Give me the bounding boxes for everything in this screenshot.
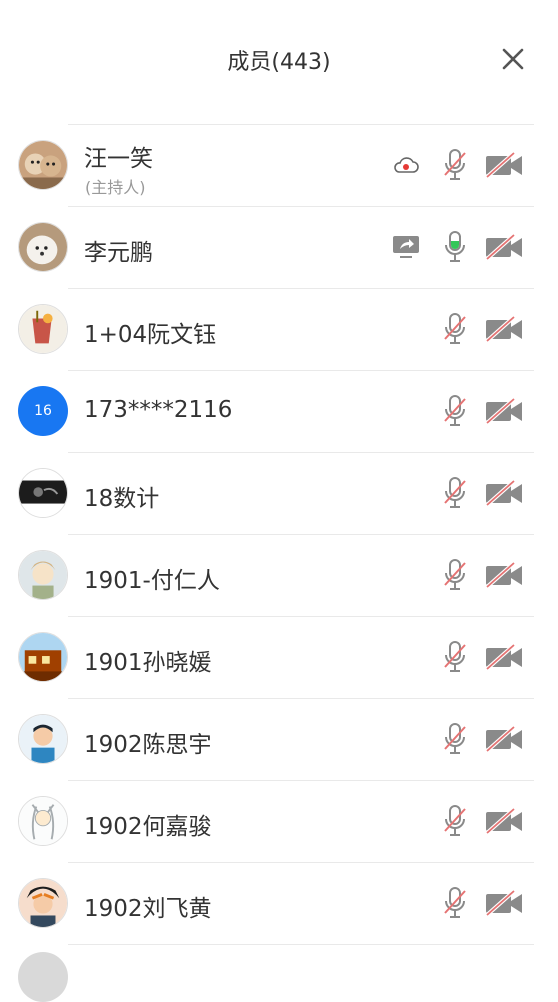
avatar: [18, 550, 68, 600]
avatar: [18, 714, 68, 764]
camera-off-icon[interactable]: [484, 642, 524, 672]
avatar: 16: [18, 386, 68, 436]
member-name: 1902陈思宇: [84, 732, 212, 758]
camera-off-icon[interactable]: [484, 560, 524, 590]
member-row[interactable]: 1902刘飞黄: [0, 862, 558, 944]
mic-muted-icon[interactable]: [442, 886, 468, 920]
member-name: 1901-付仁人: [84, 568, 220, 594]
member-name: 18数计: [84, 486, 160, 512]
camera-off-icon[interactable]: [484, 314, 524, 344]
member-name: 李元鹏: [84, 240, 153, 266]
member-row[interactable]: 18数计: [0, 452, 558, 534]
avatar: [18, 632, 68, 682]
mic-muted-icon[interactable]: [442, 558, 468, 592]
mic-muted-icon[interactable]: [442, 148, 468, 182]
member-name: 1902刘飞黄: [84, 896, 212, 922]
camera-off-icon[interactable]: [484, 724, 524, 754]
camera-off-icon[interactable]: [484, 150, 524, 180]
member-name: 1901孙晓媛: [84, 650, 212, 676]
member-name: 1902何嘉骏: [84, 814, 212, 840]
member-row[interactable]: 1901孙晓媛: [0, 616, 558, 698]
avatar: [18, 304, 68, 354]
camera-off-icon[interactable]: [484, 232, 524, 262]
member-row[interactable]: 汪一笑 (主持人): [0, 124, 558, 206]
avatar: [18, 796, 68, 846]
member-row[interactable]: 1902陈思宇: [0, 698, 558, 780]
recording-icon: [394, 157, 419, 173]
mic-muted-icon[interactable]: [442, 476, 468, 510]
mic-muted-icon[interactable]: [442, 312, 468, 346]
avatar: [18, 140, 68, 190]
close-icon[interactable]: [498, 44, 528, 74]
member-list: 汪一笑 (主持人) 李元鹏 1+04阮文钰 16 173****2116 18数…: [0, 124, 558, 944]
page-title: 成员(443): [227, 50, 331, 75]
member-row[interactable]: 1901-付仁人: [0, 534, 558, 616]
avatar: [18, 222, 68, 272]
avatar: [18, 878, 68, 928]
member-row[interactable]: 16 173****2116: [0, 370, 558, 452]
member-row[interactable]: 李元鹏: [0, 206, 558, 288]
member-name: 173****2116: [84, 397, 233, 423]
members-header: 成员(443): [0, 0, 558, 120]
mic-muted-icon[interactable]: [442, 394, 468, 428]
camera-off-icon[interactable]: [484, 396, 524, 426]
member-name: 汪一笑: [84, 146, 153, 172]
mic-muted-icon[interactable]: [442, 640, 468, 674]
camera-off-icon[interactable]: [484, 888, 524, 918]
mic-muted-icon[interactable]: [442, 804, 468, 838]
divider: [68, 944, 534, 945]
host-label: (主持人): [85, 178, 146, 197]
member-name: 1+04阮文钰: [84, 322, 217, 348]
camera-off-icon[interactable]: [484, 806, 524, 836]
mic-active-icon[interactable]: [442, 230, 468, 264]
mic-muted-icon[interactable]: [442, 722, 468, 756]
camera-off-icon[interactable]: [484, 478, 524, 508]
member-row[interactable]: 1902何嘉骏: [0, 780, 558, 862]
member-row[interactable]: 1+04阮文钰: [0, 288, 558, 370]
avatar: [18, 468, 68, 518]
screen-share-icon: [393, 236, 419, 258]
